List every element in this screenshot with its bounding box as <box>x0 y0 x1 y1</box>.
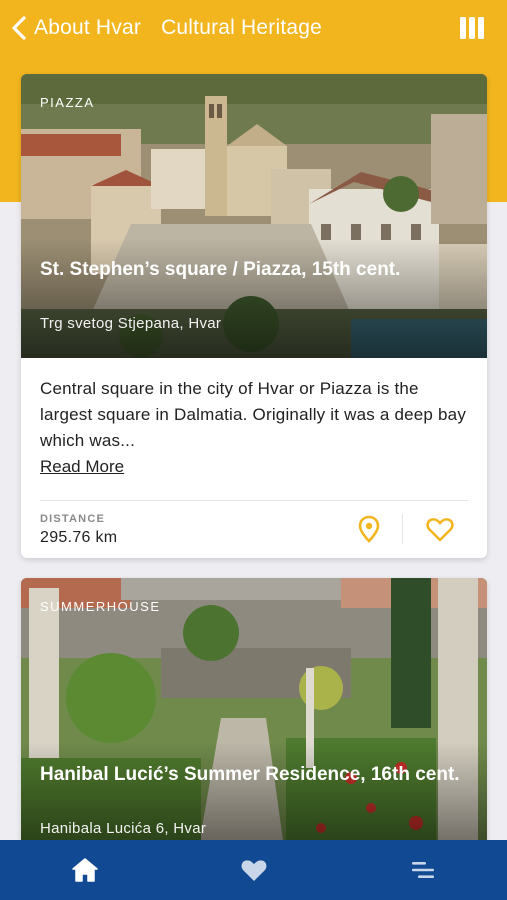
back-label: About Hvar <box>34 16 142 39</box>
page-title: Cultural Heritage <box>161 16 323 39</box>
card-divider <box>40 500 468 501</box>
tab-menu[interactable] <box>383 840 463 900</box>
app-header: About Hvar Cultural Heritage <box>0 0 507 56</box>
card-category: SUMMERHOUSE <box>40 599 161 614</box>
favorite-heart-icon[interactable] <box>426 517 454 542</box>
bottom-tab-bar <box>0 840 507 900</box>
card-title[interactable]: Hanibal Lucić’s Summer Residence, 16th c… <box>40 761 460 788</box>
heritage-list[interactable]: PIAZZA St. Stephen’s square / Piazza, 15… <box>0 56 507 840</box>
distance-label: DISTANCE <box>40 513 106 525</box>
chevron-left-icon <box>10 15 28 41</box>
card-address: Hanibala Lucića 6, Hvar <box>40 820 207 837</box>
card-photo: SUMMERHOUSE Hanibal Lucić’s Summer Resid… <box>21 578 487 840</box>
card-title[interactable]: St. Stephen’s square / Piazza, 15th cent… <box>40 256 460 283</box>
card-photo: PIAZZA St. Stephen’s square / Piazza, 15… <box>21 74 487 358</box>
map-icon[interactable] <box>459 15 485 41</box>
heritage-card[interactable]: PIAZZA St. Stephen’s square / Piazza, 15… <box>21 74 487 558</box>
menu-icon <box>411 862 434 878</box>
card-address: Trg svetog Stjepana, Hvar <box>40 315 222 332</box>
home-icon <box>71 858 98 882</box>
tab-home[interactable] <box>45 840 125 900</box>
card-description: Central square in the city of Hvar or Pi… <box>40 379 467 450</box>
heritage-card[interactable]: SUMMERHOUSE Hanibal Lucić’s Summer Resid… <box>21 578 487 840</box>
back-button[interactable]: About Hvar <box>10 15 141 41</box>
heart-icon <box>241 859 266 881</box>
action-separator <box>402 514 403 544</box>
location-pin-icon[interactable] <box>358 515 380 543</box>
card-category: PIAZZA <box>40 95 95 110</box>
read-more-link[interactable]: Read More <box>40 454 124 480</box>
tab-favorites[interactable] <box>214 840 294 900</box>
distance-value: 295.76 km <box>40 529 118 546</box>
